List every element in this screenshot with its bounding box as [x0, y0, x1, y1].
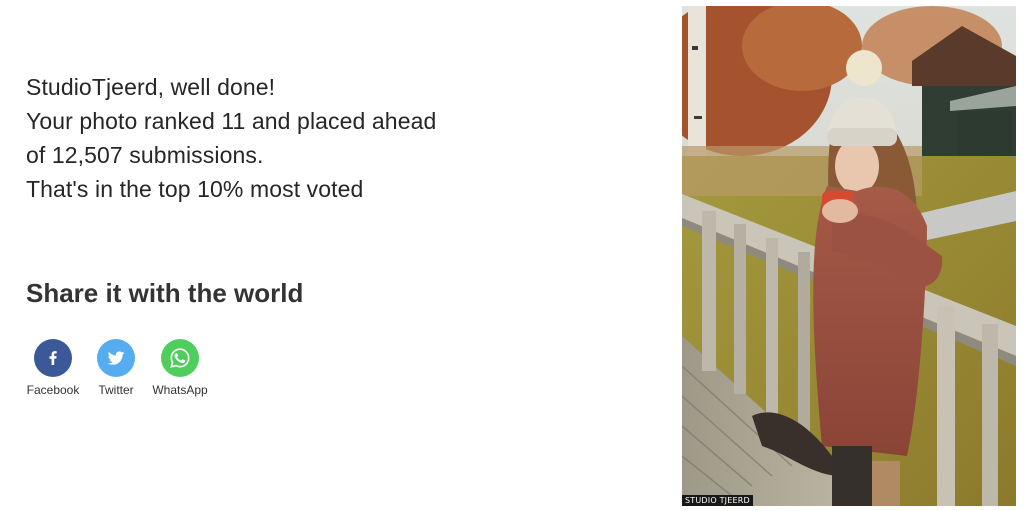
facebook-label: Facebook [26, 383, 80, 397]
whatsapp-share-button[interactable]: WhatsApp [148, 339, 212, 397]
congrats-line-rank: Your photo ranked 11 and placed ahead [26, 108, 437, 134]
share-title: Share it with the world [26, 278, 304, 308]
photo-image [682, 6, 1016, 506]
whatsapp-icon[interactable] [161, 339, 199, 377]
photo-watermark: STUDIO TJEERD [682, 495, 753, 506]
facebook-icon[interactable] [34, 339, 72, 377]
congrats-message: StudioTjeerd, well done! Your photo rank… [26, 70, 546, 206]
twitter-share-button[interactable]: Twitter [89, 339, 143, 397]
twitter-label: Twitter [98, 383, 134, 397]
share-buttons: Facebook Twitter WhatsApp [27, 339, 546, 397]
submitted-photo: STUDIO TJEERD [682, 6, 1016, 506]
twitter-icon[interactable] [97, 339, 135, 377]
congrats-line-greeting: StudioTjeerd, well done! [26, 74, 276, 100]
result-panel: StudioTjeerd, well done! Your photo rank… [26, 70, 546, 397]
congrats-line-submissions: of 12,507 submissions. [26, 142, 264, 168]
congrats-line-top-percent: That's in the top 10% most voted [26, 176, 364, 202]
facebook-share-button[interactable]: Facebook [26, 339, 80, 397]
whatsapp-label: WhatsApp [152, 383, 208, 397]
